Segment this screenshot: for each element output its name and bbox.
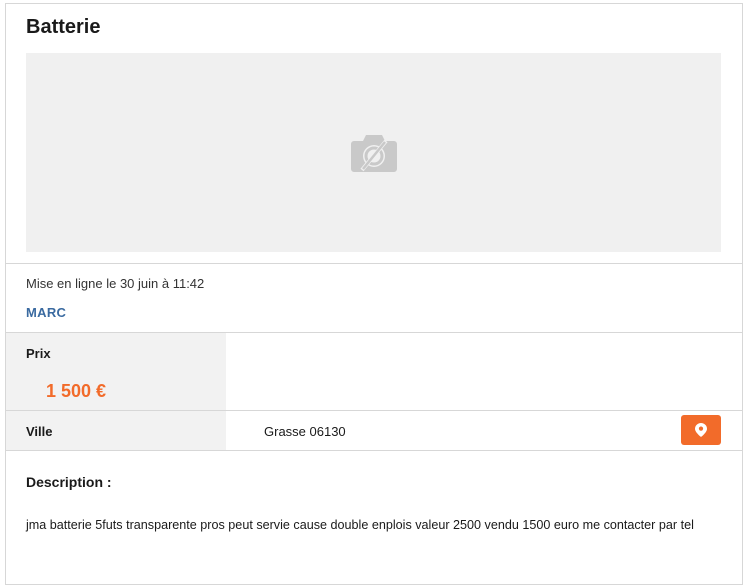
- price-label: Prix: [26, 346, 51, 361]
- price-label-cell: Prix: [6, 333, 226, 410]
- city-value: Grasse 06130: [264, 424, 346, 439]
- city-label: Ville: [26, 424, 53, 439]
- post-date: Mise en ligne le 30 juin à 11:42: [26, 276, 205, 291]
- divider: [6, 263, 742, 264]
- map-button[interactable]: [681, 415, 721, 445]
- photo-placeholder[interactable]: [26, 53, 721, 252]
- camera-off-icon: [351, 135, 397, 172]
- map-pin-icon: [695, 423, 707, 437]
- ad-title: Batterie: [26, 16, 101, 38]
- description-text: jma batterie 5futs transparente pros peu…: [26, 518, 694, 532]
- divider: [6, 450, 742, 451]
- ad-card: Batterie Mise en ligne le 30 juin à 11:4…: [5, 3, 743, 585]
- seller-link[interactable]: MARC: [26, 305, 66, 320]
- price-value: 1 500 €: [46, 381, 107, 401]
- city-label-cell: Ville: [6, 411, 226, 450]
- description-title: Description :: [26, 474, 112, 490]
